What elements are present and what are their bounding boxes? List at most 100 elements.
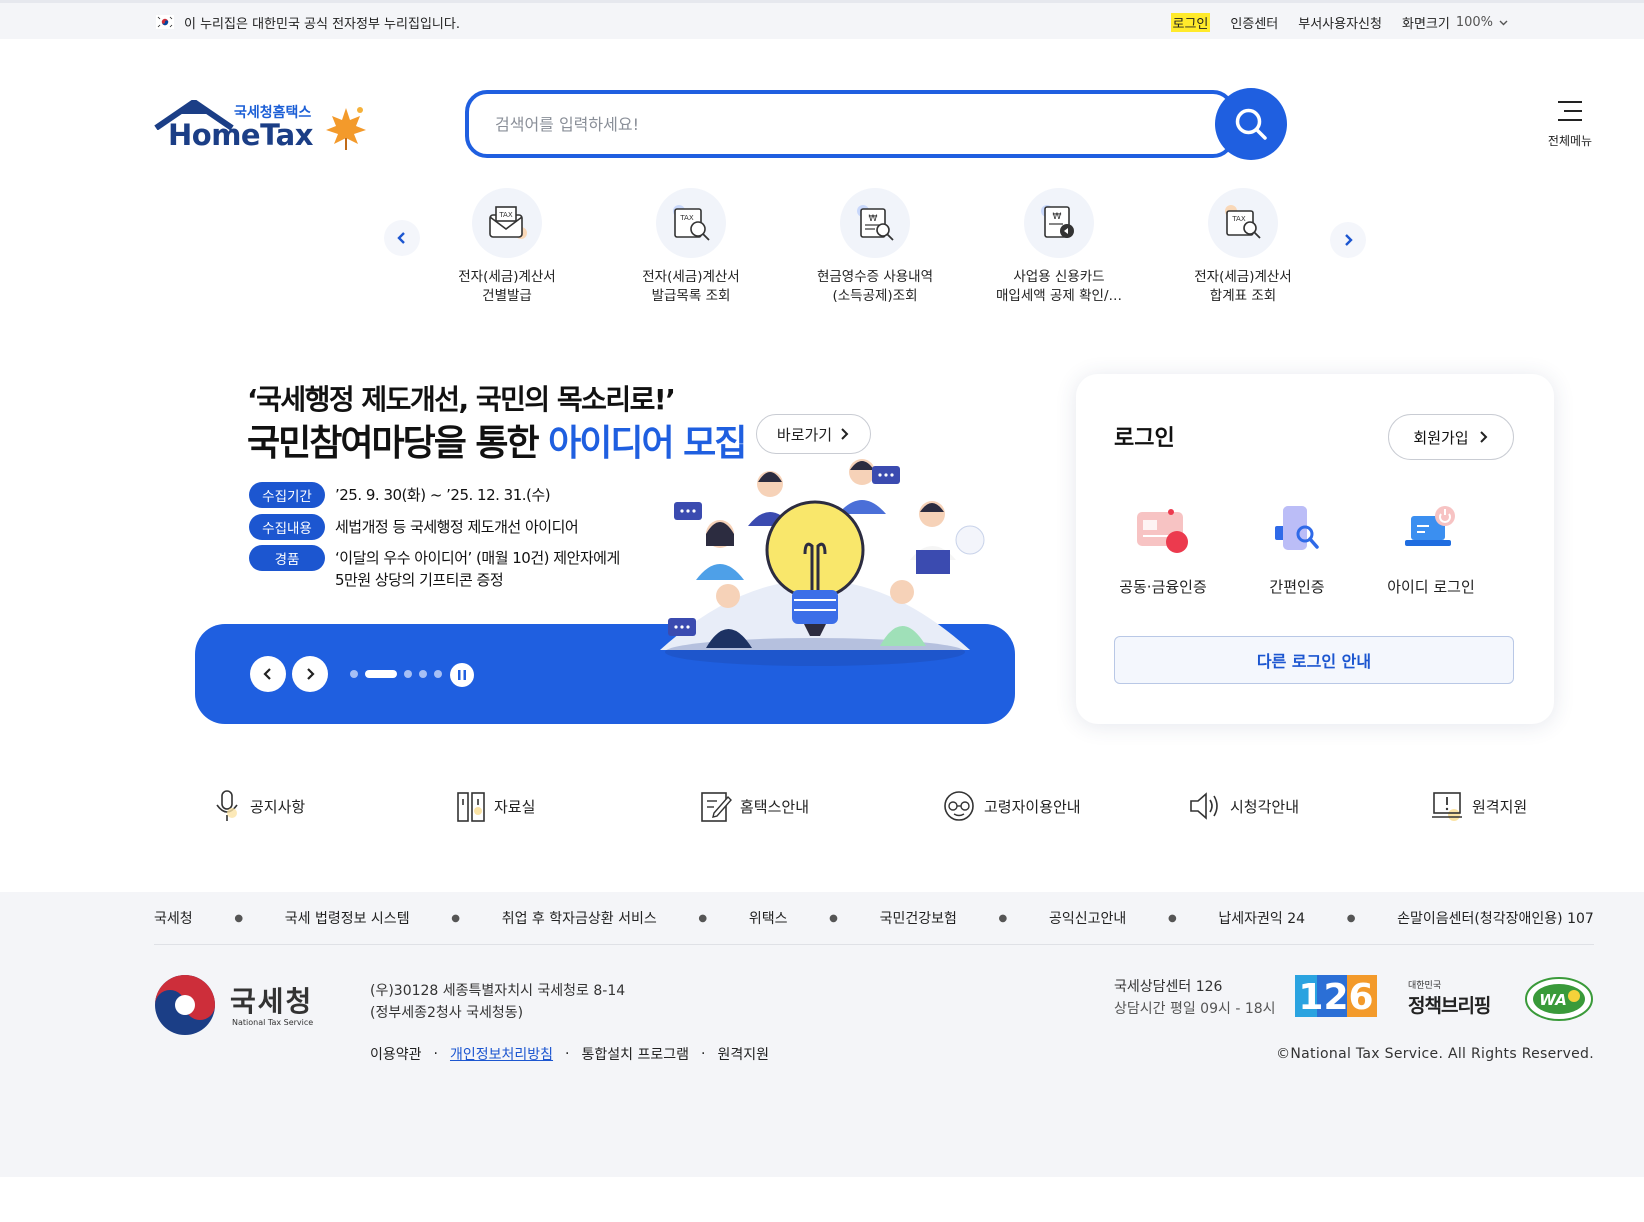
login-title: 로그인 — [1114, 426, 1175, 451]
hometax-logo[interactable]: 국세청홈택스 HomeTax — [154, 98, 378, 158]
quick-menu-item[interactable]: ₩ 사업용 신용카드 매입세액 공제 확인/… — [984, 188, 1134, 306]
link-separator: ● — [998, 912, 1008, 924]
signup-button[interactable]: 회원가입 — [1388, 414, 1514, 460]
shortcut-senior-guide[interactable]: 고령자이용안내 — [942, 786, 1081, 826]
footer-policy-links: 이용약관 · 개인정보처리방침 · 통합설치 프로그램 · 원격지원 — [370, 1044, 769, 1064]
banner-prev-button[interactable] — [250, 656, 286, 692]
zoom-value: 100% — [1455, 15, 1493, 30]
banner-info-row: 경품 ‘이달의 우수 아이디어’ (매월 10건) 제안자에게 5만원 상당의 기… — [249, 545, 620, 591]
link-separator: ● — [1167, 912, 1177, 924]
badge-126-text: 126 — [1298, 977, 1373, 1017]
login-link[interactable]: 로그인 — [1170, 13, 1211, 32]
link-separator: ● — [829, 912, 838, 924]
copyright: ©National Tax Service. All Rights Reserv… — [1276, 1046, 1594, 1062]
quick-menu-item[interactable]: TAX 전자(세금)계산서 발급목록 조회 — [616, 188, 766, 306]
policy-briefing-logo[interactable]: 대한민국 정책브리핑 — [1408, 978, 1500, 1018]
quick-menu-prev-button[interactable] — [384, 220, 420, 256]
banner-dot[interactable] — [350, 670, 358, 678]
shortcut-audiovisual-guide[interactable]: 시청각안내 — [1188, 786, 1299, 826]
banner-info-text: ‘이달의 우수 아이디어’ (매월 10건) 제안자에게 5만원 상당의 기프티콘… — [335, 545, 620, 591]
quick-menu-line2: (소득공제)조회 — [832, 288, 918, 304]
banner-go-button[interactable]: 바로가기 — [756, 414, 871, 454]
svg-text:₩: ₩ — [869, 214, 878, 224]
joint-cert-login-option[interactable]: 공동·금융인증 — [1108, 502, 1218, 597]
install-program-link[interactable]: 통합설치 프로그램 — [581, 1044, 689, 1064]
banner-dot-active[interactable] — [365, 670, 397, 678]
svg-text:TAX: TAX — [679, 214, 694, 222]
consult-center-info: 국세상담센터 126 상담시간 평일 09시 - 18시 — [1114, 976, 1276, 1020]
remote-support-link[interactable]: 원격지원 — [717, 1044, 769, 1064]
all-menu-label: 전체메뉴 — [1547, 134, 1593, 148]
banner-next-button[interactable] — [292, 656, 328, 692]
tax-search-icon: TAX — [656, 188, 726, 258]
banner-headline-text: 국민참여마당을 통한 — [247, 423, 549, 464]
quick-menu-line2: 매입세액 공제 확인/… — [996, 288, 1122, 304]
search-box[interactable] — [465, 90, 1235, 158]
receipt-search-icon: ₩ — [840, 188, 910, 258]
privacy-policy-link[interactable]: 개인정보처리방침 — [450, 1044, 553, 1064]
footer-link[interactable]: 국세청 — [154, 908, 193, 928]
banner-pause-button[interactable] — [450, 663, 474, 687]
microphone-icon — [216, 790, 238, 821]
search-icon — [1235, 108, 1267, 140]
shortcut-notice[interactable]: 공지사항 — [212, 786, 305, 826]
shortcut-hometax-guide[interactable]: 홈택스안내 — [700, 786, 809, 826]
footer-link[interactable]: 납세자권익 24 — [1218, 908, 1305, 928]
taegeuk-emblem-icon — [155, 975, 215, 1035]
footer-link[interactable]: 위택스 — [749, 908, 788, 928]
banner-pagination — [350, 670, 442, 678]
search-input[interactable] — [495, 110, 1155, 138]
zoom-control[interactable]: 화면크기 100% — [1402, 13, 1508, 32]
terms-link[interactable]: 이용약관 — [370, 1044, 422, 1064]
hamburger-menu-icon — [1558, 101, 1582, 121]
gov-notice-bar: 이 누리집은 대한민국 공식 전자정부 누리집입니다. 로그인 인증센터 부서사… — [0, 0, 1644, 39]
quick-menu-item[interactable]: ₩ 현금영수증 사용내역 (소득공제)조회 — [800, 188, 950, 306]
briefing-small-text: 대한민국 — [1408, 981, 1442, 991]
signup-label: 회원가입 — [1413, 428, 1469, 447]
nts-name-en: National Tax Service — [232, 1018, 314, 1027]
footer-link[interactable]: 손말이음센터(청각장애인용) 107 — [1397, 908, 1594, 928]
svg-text:₩: ₩ — [1053, 212, 1062, 222]
link-separator: ● — [698, 912, 708, 924]
quick-menu-line2: 합계표 조회 — [1209, 288, 1277, 304]
pause-icon — [458, 670, 466, 680]
other-login-guide-button[interactable]: 다른 로그인 안내 — [1114, 636, 1514, 684]
all-menu-button[interactable]: 전체메뉴 — [1540, 100, 1600, 152]
document-edit-icon — [701, 792, 732, 822]
id-login-option[interactable]: 아이디 로그인 — [1376, 502, 1486, 597]
senior-glasses-icon — [944, 791, 974, 821]
banner-dot[interactable] — [419, 670, 427, 678]
footer-address-line2: (정부세종2청사 국세청동) — [370, 1005, 524, 1021]
web-accessibility-mark[interactable]: WA — [1524, 976, 1594, 1022]
banner-dot[interactable] — [434, 670, 442, 678]
banner-dot[interactable] — [404, 670, 412, 678]
cert-center-link[interactable]: 인증센터 — [1230, 13, 1278, 32]
banner-pill: 수집내용 — [249, 514, 325, 540]
wa-mark-text: WA — [1539, 991, 1567, 1009]
banner-info-row: 수집기간 ’25. 9. 30(화) ~ ’25. 12. 31.(수) — [249, 482, 551, 508]
simple-auth-login-option[interactable]: 간편인증 — [1242, 502, 1352, 597]
card-receipt-icon: ₩ — [1024, 188, 1094, 258]
search-button[interactable] — [1215, 88, 1287, 160]
dept-user-link[interactable]: 부서사용자신청 — [1298, 13, 1382, 32]
consult-center-hours: 상담시간 평일 09시 - 18시 — [1114, 1001, 1276, 1017]
banner-pill: 수집기간 — [249, 482, 325, 508]
quick-menu-item[interactable]: TAX 전자(세금)계산서 건별발급 — [432, 188, 582, 306]
banner-quote: ‘국세행정 제도개선, 국민의 목소리로!’ — [247, 383, 676, 416]
footer-link[interactable]: 취업 후 학자금상환 서비스 — [502, 908, 657, 928]
quick-menu-item[interactable]: TAX 전자(세금)계산서 합계표 조회 — [1168, 188, 1318, 306]
badge-126[interactable]: 126 — [1295, 975, 1377, 1018]
gov-notice-text: 이 누리집은 대한민국 공식 전자정부 누리집입니다. — [184, 17, 460, 32]
svg-text:TAX: TAX — [498, 211, 513, 219]
shortcut-remote-support[interactable]: 원격지원 — [1430, 786, 1527, 826]
footer-link[interactable]: 공익신고안내 — [1049, 908, 1126, 928]
footer-link[interactable]: 국민건강보험 — [880, 908, 957, 928]
shortcut-library[interactable]: 자료실 — [456, 786, 535, 826]
footer-link[interactable]: 국세 법령정보 시스템 — [285, 908, 410, 928]
chevron-left-icon — [263, 668, 271, 680]
shortcut-label: 시청각안내 — [1230, 797, 1300, 816]
link-separator: · — [565, 1046, 570, 1062]
chevron-right-icon — [1479, 431, 1488, 443]
quick-menu-next-button[interactable] — [1330, 222, 1366, 258]
chevron-right-icon — [841, 428, 849, 440]
